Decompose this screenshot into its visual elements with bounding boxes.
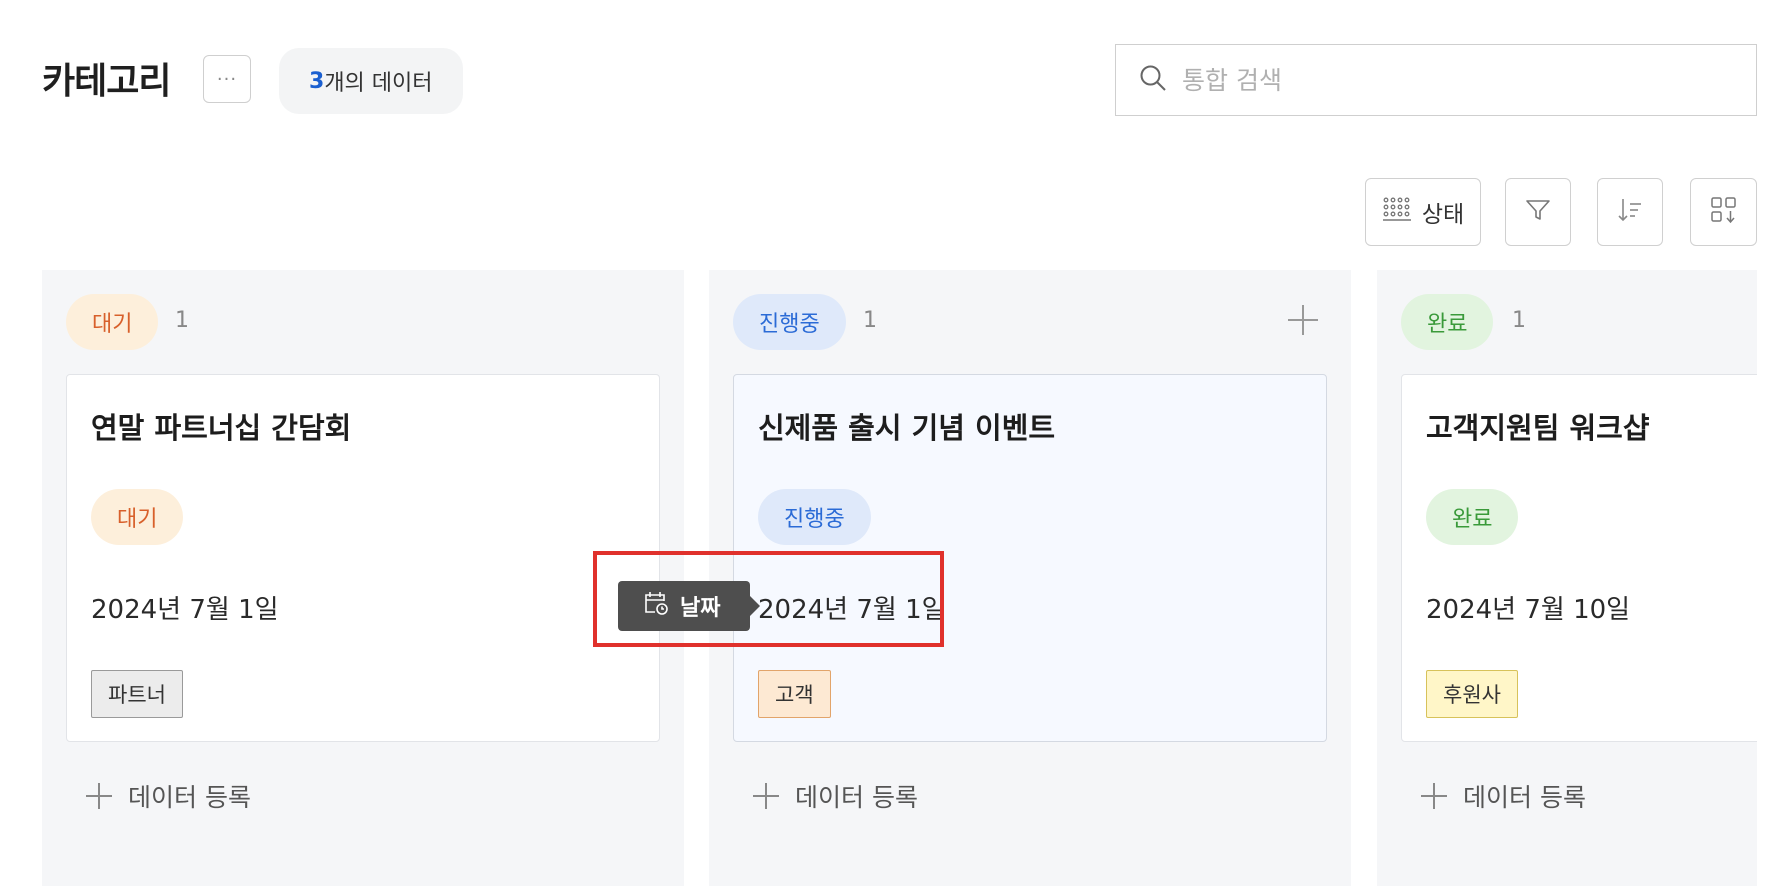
column-status-chip: 진행중 (733, 294, 846, 350)
board-card[interactable]: 연말 파트너십 간담회 대기 2024년 7월 1일 파트너 (66, 374, 660, 742)
plus-icon (86, 783, 112, 809)
card-date: 2024년 7월 1일 (91, 595, 279, 625)
sort-icon (1615, 195, 1645, 229)
search-input[interactable] (1180, 64, 1724, 96)
card-tag: 고객 (758, 670, 831, 718)
column-status-chip: 완료 (1401, 294, 1494, 350)
add-data-label: 데이터 등록 (1463, 783, 1586, 812)
card-tag: 후원사 (1426, 670, 1518, 718)
card-tag: 파트너 (91, 670, 183, 718)
status-group-label: 상태 (1421, 202, 1465, 228)
card-date: 2024년 7월 10일 (1426, 595, 1631, 625)
data-count-badge: 3 개의 데이터 (279, 48, 463, 114)
view-layout-icon (1709, 195, 1739, 229)
card-title: 연말 파트너십 간담회 (91, 411, 352, 445)
sort-button[interactable] (1597, 178, 1663, 246)
column-add-icon[interactable] (1283, 300, 1323, 340)
add-data-button[interactable]: 데이터 등록 (1419, 778, 1586, 814)
group-by-icon (1382, 196, 1412, 228)
add-data-button[interactable]: 데이터 등록 (751, 778, 918, 814)
view-layout-button[interactable] (1690, 178, 1757, 246)
data-count-label: 개의 데이터 (324, 71, 433, 96)
card-title: 신제품 출시 기념 이벤트 (758, 411, 1056, 445)
card-status-chip: 진행중 (758, 489, 871, 545)
page-title: 카테고리 (42, 61, 171, 102)
more-options-button[interactable]: ··· (203, 55, 251, 103)
filter-button[interactable] (1505, 178, 1571, 246)
card-status-chip: 완료 (1426, 489, 1519, 545)
status-group-button[interactable]: 상태 (1365, 178, 1481, 246)
column-status-chip: 대기 (66, 294, 159, 350)
card-status-chip: 대기 (91, 489, 184, 545)
board-column-waiting: 대기 1 연말 파트너십 간담회 대기 2024년 7월 1일 파트너 데이터 … (42, 270, 684, 886)
data-count-number: 3 (309, 68, 325, 94)
card-title: 고객지원팀 워크샵 (1426, 411, 1650, 445)
board-column-done: 완료 1 고객지원팀 워크샵 완료 2024년 7월 10일 후원사 데이터 등… (1377, 270, 1757, 886)
add-data-label: 데이터 등록 (128, 783, 251, 812)
add-data-button[interactable]: 데이터 등록 (84, 778, 251, 814)
column-count: 1 (863, 308, 877, 333)
add-data-label: 데이터 등록 (795, 783, 918, 812)
search-icon (1138, 63, 1168, 97)
filter-icon (1524, 196, 1552, 228)
plus-icon (753, 783, 779, 809)
highlight-box (593, 551, 944, 647)
plus-icon (1421, 783, 1447, 809)
search-box[interactable] (1115, 44, 1757, 116)
board-card[interactable]: 고객지원팀 워크샵 완료 2024년 7월 10일 후원사 (1401, 374, 1757, 742)
column-count: 1 (175, 308, 189, 333)
column-count: 1 (1512, 308, 1526, 333)
